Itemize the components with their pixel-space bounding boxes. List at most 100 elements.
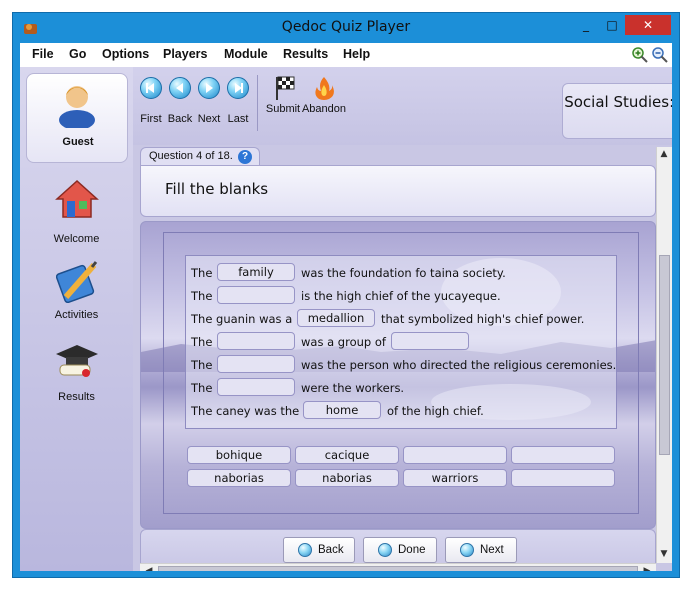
graduation-cap-icon <box>56 345 98 377</box>
done-label: Done <box>398 544 426 556</box>
menu-players[interactable]: Players <box>163 47 207 61</box>
word-chip[interactable]: cacique <box>295 446 399 464</box>
zoom-in-icon[interactable] <box>632 47 648 63</box>
user-avatar-icon <box>59 86 95 128</box>
back-arrow-icon <box>298 543 312 557</box>
user-tile[interactable]: Guest <box>26 73 128 163</box>
abandon-button[interactable]: Abandon <box>301 73 347 133</box>
blank-row: The was a group of <box>191 332 619 352</box>
word-chip[interactable]: bohique <box>187 446 291 464</box>
blank-row: The was the person who directed the reli… <box>191 355 619 375</box>
submit-button[interactable]: Submit <box>263 73 303 133</box>
h-scroll-thumb[interactable] <box>158 566 638 571</box>
menu-go[interactable]: Go <box>69 47 86 61</box>
word-chip[interactable]: naborias <box>187 469 291 487</box>
question-area: Question 4 of 18. ? Fill the blanks The … <box>140 147 656 571</box>
app-window: Qedoc Quiz Player _ □ ✕ File Go Options … <box>12 12 680 578</box>
menu-module[interactable]: Module <box>224 47 268 61</box>
row-text: The caney was the <box>191 404 300 418</box>
done-icon <box>378 543 392 557</box>
question-header: Fill the blanks <box>140 165 656 217</box>
answer-slot[interactable] <box>391 332 469 350</box>
next-arrow-icon <box>460 543 474 557</box>
back-nav-button[interactable]: Back <box>167 77 193 125</box>
scroll-up-icon[interactable]: ▲ <box>657 149 671 159</box>
menu-results[interactable]: Results <box>283 47 328 61</box>
blank-row: The were the workers. <box>191 378 619 398</box>
maximize-button[interactable]: □ <box>599 15 625 35</box>
scroll-down-icon[interactable]: ▼ <box>657 549 671 559</box>
done-button[interactable]: Done <box>363 537 437 563</box>
answer-slot[interactable]: medallion <box>297 309 375 327</box>
sidebar-item-label: Activities <box>54 309 99 321</box>
arrow-right-icon <box>206 83 213 93</box>
house-icon <box>55 179 99 218</box>
row-text: were the workers. <box>301 381 405 395</box>
first-button[interactable]: First <box>138 77 164 125</box>
minimize-button[interactable]: _ <box>573 15 599 35</box>
answer-slot[interactable] <box>217 355 295 373</box>
pencil-book-icon <box>56 261 98 303</box>
arrow-left-icon <box>176 83 183 93</box>
word-chip[interactable]: naborias <box>295 469 399 487</box>
sidebar: Guest Welcome Activities Results <box>20 67 133 571</box>
sidebar-item-label: Results <box>58 391 95 403</box>
answer-slot[interactable] <box>217 286 295 304</box>
scroll-thumb[interactable] <box>659 255 670 455</box>
fill-blanks-panel: The family was the foundation fo taina s… <box>185 255 617 429</box>
menu-file[interactable]: File <box>32 47 54 61</box>
next-nav-button[interactable]: Next <box>196 77 222 125</box>
menu-options[interactable]: Options <box>102 47 149 61</box>
row-text: The <box>191 381 213 395</box>
close-button[interactable]: ✕ <box>625 15 671 35</box>
word-chip[interactable] <box>511 446 615 464</box>
back-button[interactable]: Back <box>283 537 355 563</box>
answer-slot[interactable]: home <box>303 401 381 419</box>
module-title: Social Studies: Taino society <box>562 83 672 139</box>
blank-row: The caney was the home of the high chief… <box>191 401 619 421</box>
toolbar-divider <box>257 75 258 131</box>
skip-forward-icon <box>235 83 243 93</box>
row-text: The <box>191 335 213 349</box>
submit-label: Submit <box>265 103 301 115</box>
scroll-right-icon[interactable]: ▶ <box>640 566 654 571</box>
skip-back-icon <box>146 83 154 93</box>
sidebar-item-activities[interactable]: Activities <box>20 257 133 327</box>
answer-slot[interactable]: family <box>217 263 295 281</box>
word-chip[interactable] <box>403 446 507 464</box>
back-label: Back <box>318 544 344 556</box>
zoom-out-icon[interactable] <box>652 47 668 63</box>
last-button[interactable]: Last <box>225 77 251 125</box>
vertical-scrollbar[interactable]: ▲ ▼ <box>656 147 672 563</box>
row-text: of the high chief. <box>387 404 484 418</box>
row-text: The <box>191 289 213 303</box>
menu-help[interactable]: Help <box>343 47 370 61</box>
nav-label: First <box>140 113 162 125</box>
question-counter-tab: Question 4 of 18. ? <box>140 147 260 165</box>
sidebar-item-welcome[interactable]: Welcome <box>20 177 133 247</box>
row-text: was the person who directed the religiou… <box>301 358 617 372</box>
next-button[interactable]: Next <box>445 537 517 563</box>
title-bar[interactable]: Qedoc Quiz Player _ □ ✕ <box>13 13 679 43</box>
abandon-label: Abandon <box>301 103 347 115</box>
toolbar: First Back Next Last Submit Abandon Soci… <box>133 67 672 145</box>
question-counter: Question 4 of 18. <box>149 150 233 162</box>
scroll-left-icon[interactable]: ◀ <box>142 566 156 571</box>
user-name: Guest <box>62 136 94 148</box>
client-area: Guest Welcome Activities Results First B… <box>20 67 672 571</box>
nav-label: Back <box>167 113 193 125</box>
row-text: The guanin was a <box>191 312 293 326</box>
word-chip[interactable]: warriors <box>403 469 507 487</box>
row-text: that symbolized high's chief power. <box>381 312 585 326</box>
answer-slot[interactable] <box>217 332 295 350</box>
question-scene: The family was the foundation fo taina s… <box>140 221 656 529</box>
row-text: The <box>191 266 213 280</box>
horizontal-scrollbar[interactable]: ◀ ▶ <box>140 563 656 571</box>
sidebar-item-results[interactable]: Results <box>20 339 133 409</box>
word-chip[interactable] <box>511 469 615 487</box>
nav-label: Next <box>197 113 221 125</box>
answer-slot[interactable] <box>217 378 295 396</box>
help-icon[interactable]: ? <box>238 150 252 164</box>
row-text: The <box>191 358 213 372</box>
nav-label: Last <box>227 113 249 125</box>
